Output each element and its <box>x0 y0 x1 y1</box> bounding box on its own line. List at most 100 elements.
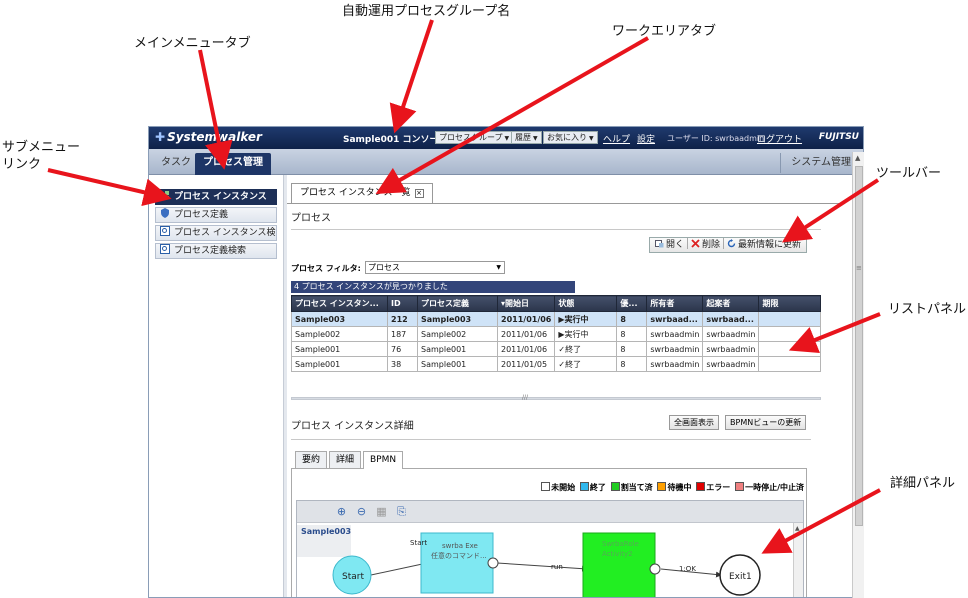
fit-icon[interactable]: ▦ <box>375 505 388 518</box>
cell-due <box>758 341 821 357</box>
col-header-id[interactable]: ID <box>387 295 418 312</box>
legend-swatch <box>657 482 667 491</box>
task1-subtitle: 任意のコマンド... <box>431 551 487 560</box>
scroll-up-icon[interactable]: ▲ <box>795 525 800 532</box>
tab-system-management[interactable]: システム管理 <box>780 153 851 173</box>
process-filter-label: プロセス フィルタ: <box>291 264 361 273</box>
history-dropdown[interactable]: 履歴 ▼ <box>511 131 542 144</box>
table-row[interactable]: Sample001 76 Sample001 2011/01/06 ✓終了 8 … <box>291 341 821 357</box>
scrollbar-thumb[interactable] <box>855 166 863 526</box>
favorites-dropdown[interactable]: お気に入り ▼ <box>543 131 598 144</box>
help-link[interactable]: ヘルプ <box>603 132 630 145</box>
process-group-dropdown[interactable]: プロセスグループ ▼ <box>435 131 514 144</box>
detail-section-title: プロセス インスタンス詳細 <box>291 421 414 432</box>
cell-state: ✓終了 <box>554 341 618 357</box>
user-id-label: ユーザー ID: swrbaadmin <box>667 134 765 143</box>
systemwalker-logo: ✚ Systemwalker <box>155 130 262 144</box>
cell-definition: Sample003 <box>417 311 498 327</box>
cell-instance: Sample002 <box>291 326 388 342</box>
table-row[interactable]: Sample001 38 Sample001 2011/01/05 ✓終了 8 … <box>291 356 821 372</box>
cell-state: ▶実行中 <box>554 311 618 327</box>
sidebar-item-process-instance[interactable]: プロセス インスタンス <box>155 189 277 205</box>
logout-link[interactable]: ログアウト <box>757 132 802 145</box>
cell-due <box>758 311 821 327</box>
legend-swatch <box>696 482 706 491</box>
tab-detail[interactable]: 詳細 <box>329 451 362 468</box>
bpmn-diagram: Start swrba Exe 任意のコマンド... SwrbaRole Act… <box>332 532 761 597</box>
edge-run <box>496 562 588 572</box>
tab-process-management[interactable]: プロセス管理 <box>195 153 271 175</box>
callout-group-name: 自動運用プロセスグループ名 <box>342 4 511 19</box>
edge-ok-label: 1:OK <box>679 565 696 573</box>
tab-process-instance-list[interactable]: プロセス インスタンス一覧 × <box>291 183 433 203</box>
settings-link[interactable]: 設定 <box>637 132 655 145</box>
col-header-owner[interactable]: 所有者 <box>646 295 704 312</box>
sidebar-item-process-definition-search[interactable]: プロセス定義検索 <box>155 243 277 259</box>
status-legend: 未開始 終了 割当て済 待機中 エラー 一時停止/中止済 <box>539 482 804 493</box>
cell-priority: 8 <box>616 311 648 327</box>
zoom-out-icon[interactable]: ⊖ <box>355 505 368 518</box>
delete-icon <box>691 239 700 248</box>
zoom-in-icon[interactable]: ⊕ <box>335 505 348 518</box>
result-count-bar: 4 プロセス インスタンスが見つかりました <box>291 281 575 293</box>
edge-start-label: Start <box>410 539 427 547</box>
col-header-due[interactable]: 期限 <box>758 295 821 312</box>
open-icon <box>655 240 664 248</box>
work-area: プロセス インスタンス一覧 × プロセス 開く 削除 最新情報に更新 プロセス フィル… <box>287 175 845 597</box>
close-icon[interactable]: × <box>414 189 424 198</box>
cell-initiator: swrbaad... <box>702 311 760 327</box>
sidebar-item-process-instance-search[interactable]: プロセス インスタンス検索 <box>155 225 277 241</box>
panel-splitter[interactable]: /// <box>291 394 821 401</box>
table-row[interactable]: Sample002 187 Sample002 2011/01/06 ▶実行中 … <box>291 326 821 342</box>
fullscreen-button[interactable]: 全画面表示 <box>669 415 719 430</box>
cell-initiator: swrbaadmin <box>702 341 760 357</box>
tab-task[interactable]: タスク <box>153 153 199 175</box>
cell-priority: 8 <box>616 326 648 342</box>
callout-toolbar: ツールバー <box>876 166 942 181</box>
bpmn-refresh-button[interactable]: BPMNビューの更新 <box>725 415 807 430</box>
cell-id: 212 <box>387 311 418 327</box>
chevron-down-icon: ▼ <box>496 264 501 271</box>
export-icon[interactable]: ⎘ <box>395 505 408 518</box>
col-header-state[interactable]: 状態 <box>554 295 618 312</box>
global-header: ✚ Systemwalker Sample001 コンソール プロセスグループ ▼ … <box>149 127 863 149</box>
col-header-instance[interactable]: プロセス インスタン... <box>291 295 388 312</box>
legend-item: 割当て済 <box>610 482 653 493</box>
section-divider <box>291 439 811 440</box>
cell-instance: Sample003 <box>291 311 388 327</box>
col-header-initiator[interactable]: 起案者 <box>702 295 760 312</box>
scroll-up-icon[interactable]: ▲ <box>855 154 860 162</box>
refresh-button[interactable]: 最新情報に更新 <box>724 238 804 252</box>
tab-bpmn[interactable]: BPMN <box>363 451 404 469</box>
cell-initiator: swrbaadmin <box>702 356 760 372</box>
delete-button[interactable]: 削除 <box>688 238 723 252</box>
exit-event-label: Exit1 <box>729 572 752 582</box>
cell-owner: swrbaadmin <box>646 356 704 372</box>
process-filter-select[interactable]: プロセス ▼ <box>365 261 505 274</box>
page-scrollbar[interactable]: ▲ ≡ <box>852 152 864 598</box>
chevron-down-icon: ▼ <box>589 135 594 142</box>
tab-summary[interactable]: 要約 <box>295 451 328 468</box>
open-button[interactable]: 開く <box>652 238 687 252</box>
cell-state: ✓終了 <box>554 356 618 372</box>
start-event-label: Start <box>342 572 364 582</box>
col-header-definition[interactable]: プロセス定義 <box>417 295 498 312</box>
sidebar-item-process-definition[interactable]: プロセス定義 <box>155 207 277 223</box>
main-menu-bar: タスク プロセス管理 システム管理 <box>149 149 863 175</box>
task2-subtitle: Activity2 <box>602 550 633 558</box>
search-form-icon <box>160 244 170 254</box>
task2-title: SwrbaRole <box>602 540 639 548</box>
col-header-priority[interactable]: 優... <box>616 295 648 312</box>
task-port <box>487 557 499 569</box>
chevron-down-icon: ▼ <box>504 135 510 142</box>
col-header-start-date[interactable]: ▾開始日 <box>496 295 556 312</box>
task-port <box>649 563 661 575</box>
table-row[interactable]: Sample003 212 Sample003 2011/01/06 ▶実行中 … <box>291 311 821 327</box>
grip-icon: /// <box>522 394 529 401</box>
process-instance-table: プロセス インスタン... ID プロセス定義 ▾開始日 状態 優... 所有者… <box>291 295 821 372</box>
legend-item: 終了 <box>579 482 606 493</box>
shield-icon <box>161 208 169 218</box>
detail-panel: 未開始 終了 割当て済 待機中 エラー 一時停止/中止済 ⊕ ⊖ ▦ ⎘ Sam… <box>291 468 807 597</box>
bpmn-scrollbar[interactable]: ▲ <box>793 523 803 597</box>
cell-start-date: 2011/01/06 <box>496 311 556 327</box>
